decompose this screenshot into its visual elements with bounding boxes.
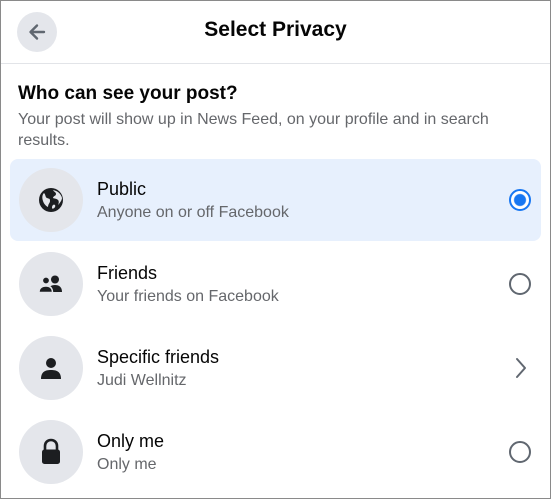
radio-only-me[interactable]	[509, 441, 531, 463]
option-icon-container	[19, 252, 83, 316]
option-subtitle: Judi Wellnitz	[97, 372, 187, 389]
option-public[interactable]: Public Anyone on or off Facebook	[10, 159, 541, 241]
option-only-me[interactable]: Only me Only me	[10, 411, 541, 493]
option-specific-friends[interactable]: Specific friends Judi Wellnitz	[10, 327, 541, 409]
radio-friends[interactable]	[509, 273, 531, 295]
chevron-right-icon[interactable]	[513, 356, 529, 380]
option-icon-container	[19, 168, 83, 232]
option-icon-container	[19, 420, 83, 484]
privacy-description: Your post will show up in News Feed, on …	[18, 111, 489, 149]
privacy-question: Who can see your post?	[18, 83, 238, 104]
option-subtitle: Anyone on or off Facebook	[97, 204, 289, 221]
radio-public[interactable]	[509, 189, 531, 211]
option-title: Public	[97, 179, 147, 199]
option-friends[interactable]: Friends Your friends on Facebook	[10, 243, 541, 325]
lock-icon	[42, 438, 60, 464]
privacy-dialog: Select Privacy Who can see your post? Yo…	[0, 0, 551, 499]
friends-icon	[38, 275, 62, 294]
page-title: Select Privacy	[204, 18, 347, 41]
option-subtitle: Your friends on Facebook	[97, 288, 279, 305]
option-icon-container	[19, 336, 83, 400]
option-title: Friends	[97, 263, 158, 283]
header: Select Privacy	[1, 1, 550, 64]
option-title: Specific friends	[97, 347, 220, 367]
option-subtitle: Only me	[97, 456, 157, 473]
person-icon	[41, 358, 61, 379]
globe-icon	[39, 188, 63, 212]
option-title: Only me	[97, 431, 165, 451]
